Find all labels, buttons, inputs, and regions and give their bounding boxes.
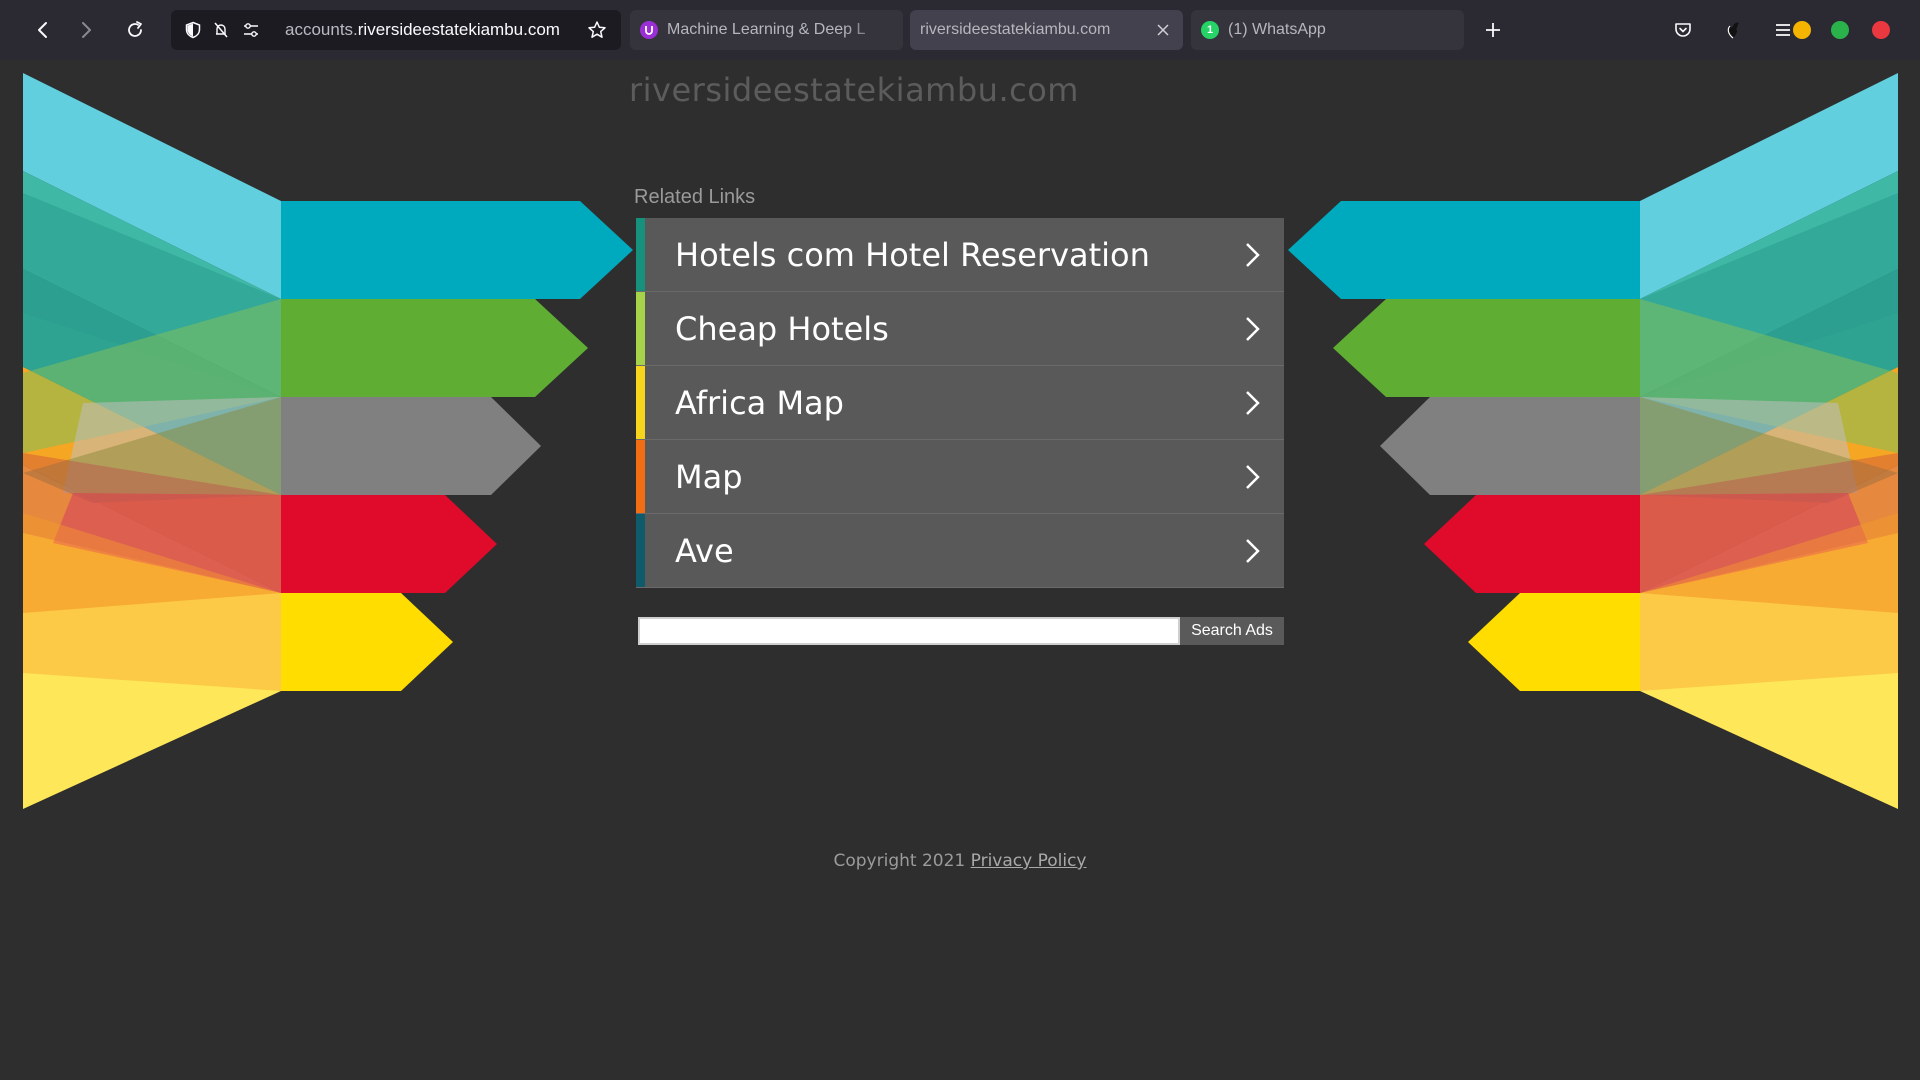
left-wing-decoration: [23, 73, 281, 809]
bookmark-star-icon[interactable]: [587, 20, 607, 40]
tab-close-icon[interactable]: [1153, 20, 1173, 40]
new-tab-button[interactable]: [1475, 12, 1511, 48]
maximize-button[interactable]: [1831, 21, 1849, 39]
menu-icon[interactable]: [1771, 18, 1795, 42]
right-wing-decoration: [1288, 73, 1898, 809]
ublock-icon: [640, 21, 658, 39]
link-accent-stripe: [636, 440, 645, 513]
reload-button[interactable]: [117, 12, 153, 48]
extension-icon[interactable]: [1721, 18, 1745, 42]
related-link-map[interactable]: Map: [636, 440, 1284, 514]
chevron-right-icon: [1246, 243, 1260, 267]
link-accent-stripe: [636, 218, 645, 291]
tab-riversideestatekiambu[interactable]: riversideestatekiambu.com: [910, 10, 1183, 50]
site-title: riversideestatekiambu.com: [629, 71, 1079, 109]
minimize-button[interactable]: [1793, 21, 1811, 39]
left-arrows: [281, 201, 633, 691]
left-arrow-cyan: [281, 201, 633, 299]
close-window-button[interactable]: [1872, 21, 1890, 39]
browser-toolbar: accounts.riversideestatekiambu.com Machi…: [0, 0, 1920, 60]
tab-machine-learning[interactable]: Machine Learning & Deep L: [630, 10, 903, 50]
footer: Copyright 2021 Privacy Policy: [0, 851, 1920, 871]
related-link-label: Cheap Hotels: [675, 310, 889, 348]
copyright-text: Copyright 2021: [833, 851, 971, 871]
related-link-label: Africa Map: [675, 384, 844, 422]
site-permissions-icon[interactable]: [241, 20, 261, 40]
back-arrow-icon: [38, 22, 47, 38]
related-link-africa-map[interactable]: Africa Map: [636, 366, 1284, 440]
url-domain: riversideestatekiambu.com: [357, 20, 560, 39]
related-link-label: Hotels com Hotel Reservation: [675, 236, 1150, 274]
privacy-policy-link[interactable]: Privacy Policy: [971, 851, 1087, 871]
page-content: riversideestatekiambu.com Related Links …: [0, 60, 1920, 1080]
tab-whatsapp[interactable]: 1 (1) WhatsApp: [1191, 10, 1464, 50]
link-accent-stripe: [636, 366, 645, 439]
search-ads-form: Search Ads: [638, 617, 1284, 645]
related-links-heading: Related Links: [634, 186, 756, 208]
whatsapp-icon: 1: [1201, 21, 1219, 39]
url-subdomain: accounts.: [285, 20, 358, 39]
related-link-label: Ave: [675, 532, 734, 570]
left-arrow-gray: [281, 397, 541, 495]
tab-title: Machine Learning & Deep L: [667, 21, 866, 38]
left-arrow-yellow: [281, 593, 453, 691]
url-text[interactable]: accounts.riversideestatekiambu.com: [285, 20, 560, 40]
related-link-cheap-hotels[interactable]: Cheap Hotels: [636, 292, 1284, 366]
left-arrow-green: [281, 299, 588, 397]
plus-icon: [1486, 23, 1500, 37]
link-accent-stripe: [636, 292, 645, 365]
related-links-list: Hotels com Hotel Reservation Cheap Hotel…: [636, 218, 1284, 588]
search-ads-input[interactable]: [638, 617, 1180, 645]
notification-blocked-icon[interactable]: [211, 20, 231, 40]
related-link-ave[interactable]: Ave: [636, 514, 1284, 588]
tab-title: riversideestatekiambu.com: [920, 21, 1111, 38]
back-button[interactable]: [25, 12, 61, 48]
tracking-protection-shield-icon[interactable]: [183, 20, 203, 40]
whatsapp-badge: 1: [1206, 24, 1214, 36]
related-link-label: Map: [675, 458, 743, 496]
pocket-icon[interactable]: [1671, 18, 1695, 42]
related-link-hotels-com[interactable]: Hotels com Hotel Reservation: [636, 218, 1284, 292]
chevron-right-icon: [1246, 391, 1260, 415]
link-accent-stripe: [636, 514, 645, 587]
chevron-right-icon: [1246, 465, 1260, 489]
chevron-right-icon: [1246, 317, 1260, 341]
chevron-right-icon: [1246, 539, 1260, 563]
tab-title: (1) WhatsApp: [1228, 21, 1326, 38]
forward-button[interactable]: [68, 12, 104, 48]
address-bar[interactable]: accounts.riversideestatekiambu.com: [171, 10, 621, 50]
forward-arrow-icon: [82, 22, 91, 38]
search-ads-button[interactable]: Search Ads: [1180, 617, 1284, 645]
left-arrow-red: [281, 495, 497, 593]
reload-icon: [128, 21, 142, 37]
